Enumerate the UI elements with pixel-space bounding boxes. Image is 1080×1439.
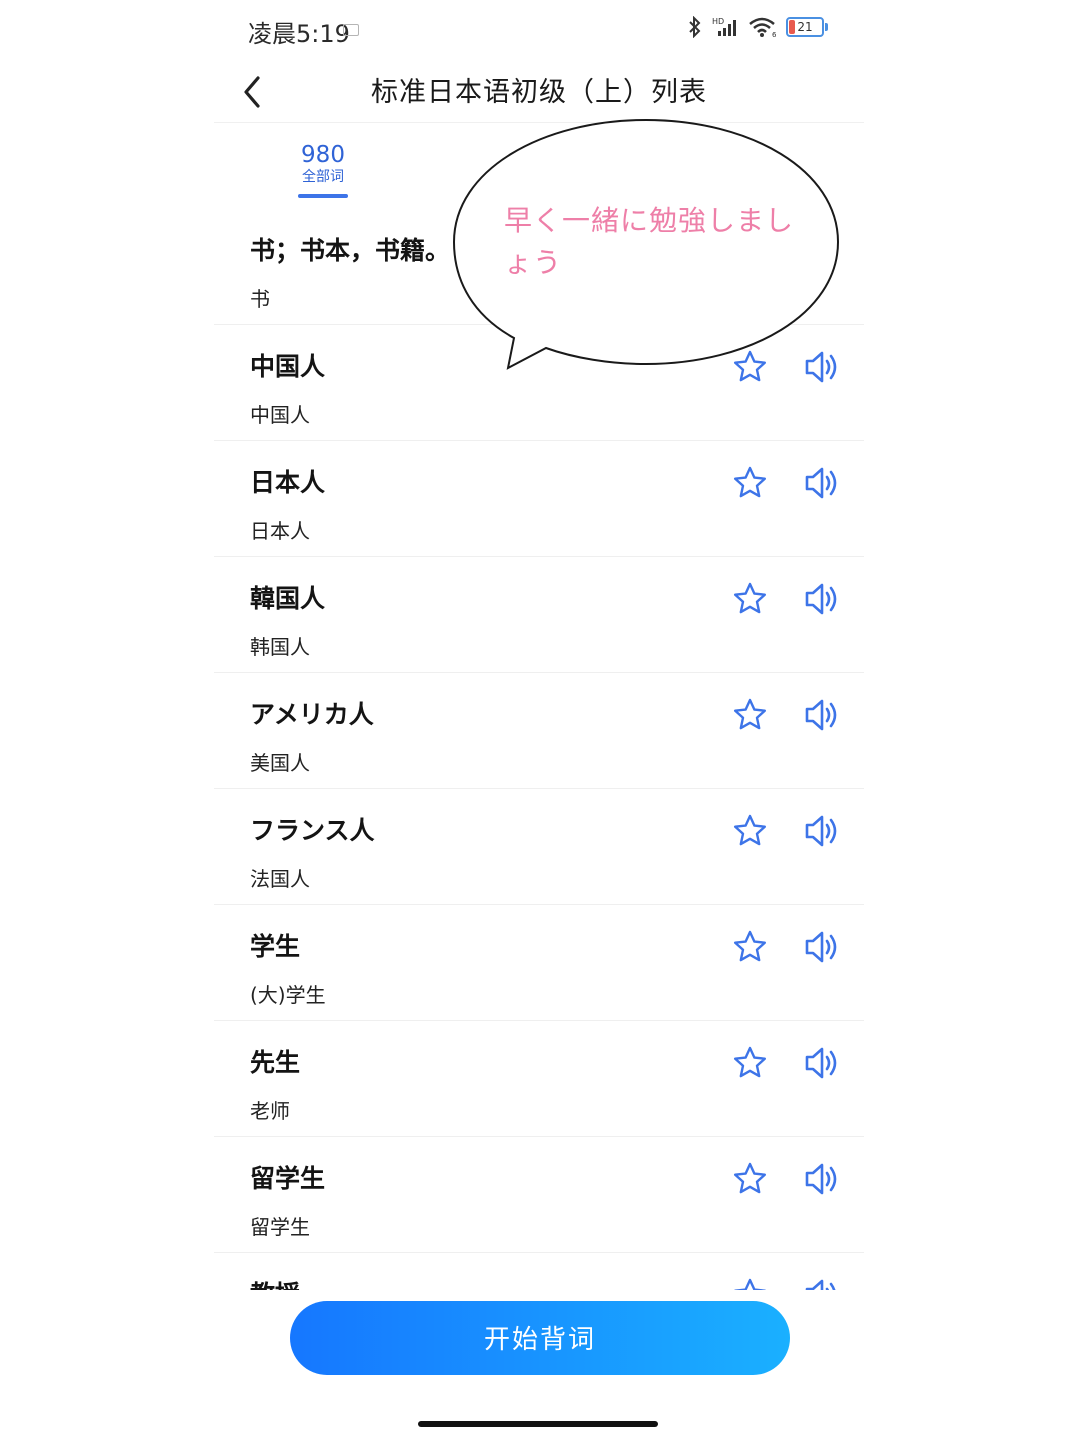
word-japanese: 韓国人: [250, 584, 326, 613]
word-japanese: 留学生: [250, 1164, 326, 1193]
star-outline-icon: [734, 466, 766, 498]
play-audio-button[interactable]: [803, 929, 843, 965]
list-item[interactable]: フランス人 法国人: [214, 789, 864, 905]
word-japanese: 教授: [250, 1275, 300, 1290]
play-audio-button[interactable]: [803, 1045, 843, 1081]
favorite-button[interactable]: [732, 1277, 768, 1290]
speaker-icon: [805, 815, 837, 847]
star-outline-icon: [734, 930, 766, 962]
speaker-icon: [805, 1163, 837, 1195]
word-meaning: 韩国人: [250, 635, 310, 659]
play-audio-button[interactable]: [803, 697, 843, 733]
speaker-icon: [805, 583, 837, 615]
start-memorize-button[interactable]: 开始背词: [290, 1301, 790, 1375]
play-audio-button[interactable]: [803, 581, 843, 617]
favorite-button[interactable]: [732, 1045, 768, 1081]
play-audio-button[interactable]: [803, 1277, 843, 1290]
mail-icon: [343, 24, 359, 36]
favorite-button[interactable]: [732, 581, 768, 617]
star-outline-icon: [734, 1162, 766, 1194]
list-item[interactable]: 学生 (大)学生: [214, 905, 864, 1021]
nav-header: 标准日本语初级（上）列表: [214, 58, 864, 123]
star-outline-icon: [734, 814, 766, 846]
list-item[interactable]: 留学生 留学生: [214, 1137, 864, 1253]
speech-bubble-text: 早く一緒に勉強しましょう: [504, 204, 795, 279]
tab-indicator: [298, 194, 348, 198]
battery-icon: 21: [786, 17, 828, 37]
list-item[interactable]: 教授: [214, 1253, 864, 1290]
word-meaning: 书: [250, 287, 270, 311]
word-meaning: (大)学生: [250, 983, 326, 1007]
home-indicator: [418, 1421, 658, 1427]
status-icons: HD 6 21: [688, 16, 828, 38]
play-audio-button[interactable]: [803, 813, 843, 849]
word-japanese: 学生: [250, 932, 301, 961]
word-meaning: 日本人: [250, 519, 310, 543]
word-japanese: 先生: [250, 1048, 301, 1077]
bluetooth-icon: [689, 16, 701, 38]
favorite-button[interactable]: [732, 465, 768, 501]
word-japanese: 中国人: [250, 352, 326, 381]
status-bar: 凌晨5:19 HD 6 21: [214, 0, 864, 58]
word-meaning: 法国人: [250, 867, 310, 891]
speaker-icon: [805, 1279, 836, 1290]
favorite-button[interactable]: [732, 1161, 768, 1197]
list-item[interactable]: 日本人 日本人: [214, 441, 864, 557]
list-item[interactable]: 韓国人 韩国人: [214, 557, 864, 673]
list-item[interactable]: 先生 老师: [214, 1021, 864, 1137]
tab-label: 全部词: [302, 169, 344, 185]
word-japanese: アメリカ人: [250, 700, 374, 729]
star-outline-icon: [734, 1046, 766, 1078]
play-audio-button[interactable]: [803, 465, 843, 501]
star-outline-icon: [734, 1278, 766, 1290]
word-meaning: 老师: [250, 1099, 290, 1123]
speaker-icon: [805, 699, 837, 731]
word-meaning: 留学生: [250, 1215, 310, 1239]
word-japanese: 书；书本，书籍。: [250, 236, 451, 265]
favorite-button[interactable]: [732, 697, 768, 733]
tab-all-words[interactable]: 980 全部词: [292, 142, 354, 198]
play-audio-button[interactable]: [803, 1161, 843, 1197]
word-japanese: 日本人: [250, 468, 326, 497]
tab-count: 980: [301, 142, 345, 168]
wifi-icon: 6: [749, 17, 777, 38]
speaker-icon: [805, 467, 837, 499]
star-outline-icon: [734, 698, 766, 730]
speaker-icon: [805, 931, 837, 963]
word-meaning: 美国人: [250, 751, 310, 775]
signal-icon: HD: [712, 17, 736, 36]
list-item[interactable]: アメリカ人 美国人: [214, 673, 864, 789]
battery-level: 21: [797, 20, 813, 34]
svg-text:6: 6: [772, 31, 777, 38]
word-japanese: フランス人: [250, 816, 375, 845]
speaker-icon: [805, 1047, 837, 1079]
page-title: 标准日本语初级（上）列表: [371, 77, 707, 108]
favorite-button[interactable]: [732, 813, 768, 849]
word-meaning: 中国人: [250, 403, 310, 427]
star-outline-icon: [734, 582, 766, 614]
svg-text:HD: HD: [712, 17, 724, 26]
favorite-button[interactable]: [732, 929, 768, 965]
status-time: 凌晨5:19: [248, 20, 350, 48]
